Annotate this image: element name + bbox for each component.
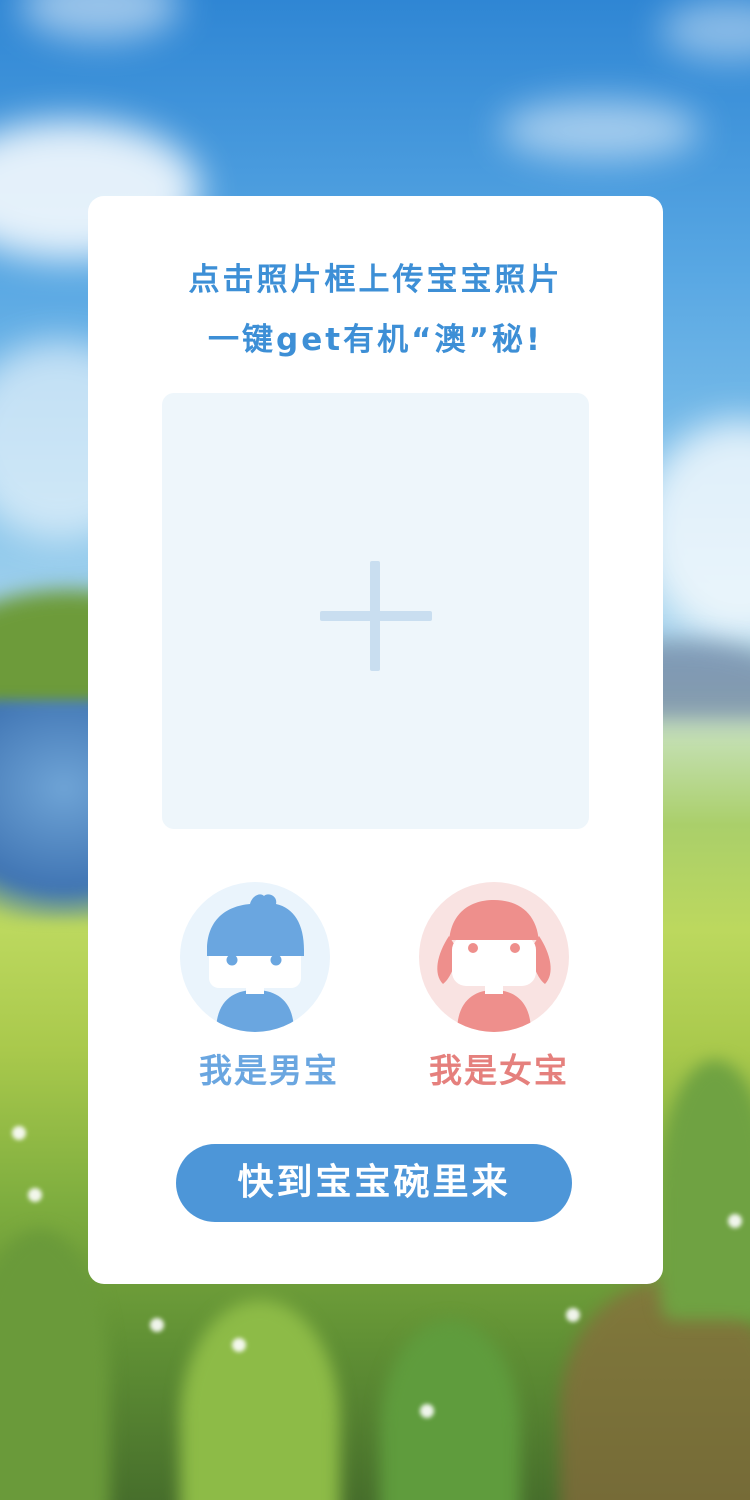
flower <box>12 1126 26 1140</box>
boy-label[interactable]: 我是男宝 <box>174 1044 364 1092</box>
flower <box>420 1404 434 1418</box>
cloud <box>20 0 180 40</box>
flower <box>28 1188 42 1202</box>
submit-button[interactable]: 快到宝宝碗里来 <box>176 1144 572 1222</box>
headline-line-1: 点击照片框上传宝宝照片 <box>188 262 563 298</box>
girl-option[interactable] <box>419 882 569 1032</box>
photo-upload-frame[interactable] <box>162 393 589 829</box>
girl-avatar-icon <box>437 900 551 1032</box>
cloud <box>500 100 700 160</box>
flower <box>566 1308 580 1322</box>
headline-line-2: 一键get有机“澳”秘! <box>208 322 543 358</box>
cloud <box>660 0 750 60</box>
grass <box>660 1060 750 1320</box>
boy-avatar-icon <box>207 894 304 1032</box>
flower <box>150 1318 164 1332</box>
boy-option[interactable] <box>180 882 330 1032</box>
flower <box>232 1338 246 1352</box>
upload-card: 点击照片框上传宝宝照片 一键get有机“澳”秘! 我是男宝 我是女宝 快到宝宝碗… <box>88 196 663 1284</box>
girl-label[interactable]: 我是女宝 <box>404 1044 594 1092</box>
grass <box>180 1300 340 1500</box>
grass <box>380 1320 520 1500</box>
flower <box>728 1214 742 1228</box>
